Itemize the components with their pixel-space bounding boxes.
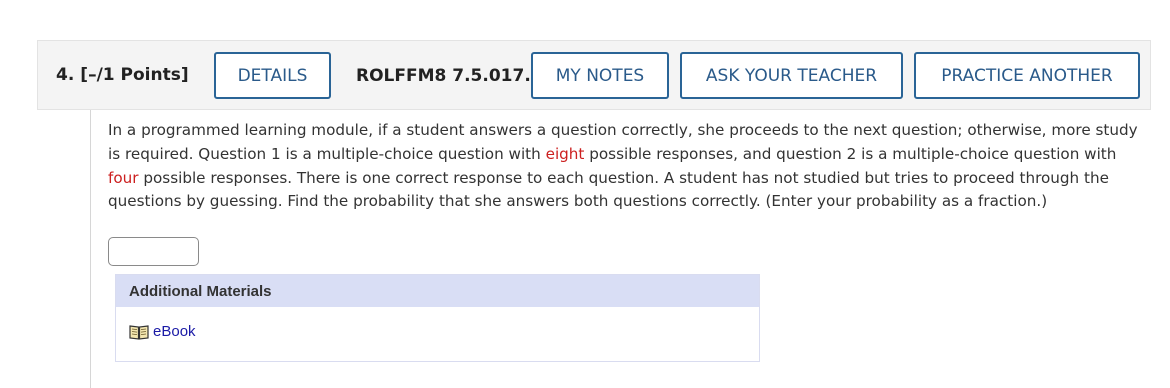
question-text-part: possible responses. There is one correct… xyxy=(108,168,1109,211)
points-label: [–/1 Points] xyxy=(80,65,189,85)
question-number-points: 4. [–/1 Points] xyxy=(56,65,189,85)
problem-code: ROLFFM8 7.5.017. xyxy=(356,66,531,86)
highlighted-number: eight xyxy=(545,144,585,163)
book-icon xyxy=(129,324,149,340)
highlighted-number: four xyxy=(108,168,139,187)
question-left-border xyxy=(90,110,91,388)
answer-input[interactable] xyxy=(108,237,199,266)
ebook-link[interactable]: eBook xyxy=(129,323,196,340)
question-text: In a programmed learning module, if a st… xyxy=(108,119,1148,214)
question-text-part: possible responses, and question 2 is a … xyxy=(584,144,1117,163)
details-button[interactable]: DETAILS xyxy=(214,52,331,99)
question-header: 4. [–/1 Points] DETAILS ROLFFM8 7.5.017. … xyxy=(37,40,1151,110)
additional-materials-panel: Additional Materials eBook xyxy=(115,274,760,362)
my-notes-button[interactable]: MY NOTES xyxy=(531,52,669,99)
additional-materials-title: Additional Materials xyxy=(116,275,759,307)
ebook-label[interactable]: eBook xyxy=(153,323,196,340)
practice-another-button[interactable]: PRACTICE ANOTHER xyxy=(914,52,1140,99)
ask-teacher-button[interactable]: ASK YOUR TEACHER xyxy=(680,52,903,99)
question-number: 4. xyxy=(56,65,75,85)
